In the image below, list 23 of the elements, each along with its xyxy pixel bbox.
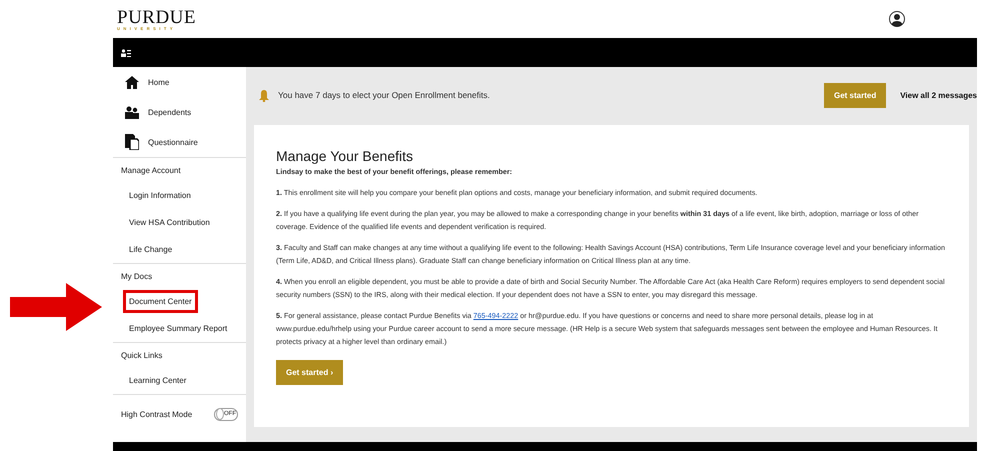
sidebar-item[interactable]: Home [148,78,170,86]
menu-icon[interactable] [121,48,131,56]
section-heading: My Docs [121,272,152,280]
sidebar-item[interactable]: View HSA Contribution [123,211,216,234]
home-icon [125,76,139,88]
logo-text: PURDUE [117,8,196,26]
sidebar-item[interactable]: Life Change [123,238,178,261]
document-icon [125,134,139,150]
notification-text: You have 7 days to elect your Open Enrollment benefits. [278,90,491,100]
bell-icon [258,88,270,102]
sidebar-item[interactable]: Employee Summary Report [123,317,234,340]
toggle-label: High Contrast Mode [121,410,192,418]
view-messages-link[interactable]: View all 2 messages [900,90,977,100]
user-avatar-icon[interactable] [889,11,905,27]
section-heading: Manage Account [121,166,181,174]
people-icon [125,106,139,118]
sidebar-item[interactable]: Questionnaire [148,138,198,146]
sidebar-item[interactable]: Dependents [148,108,192,116]
sidebar-item[interactable]: Login Information [123,184,197,207]
section-heading: Quick Links [121,350,162,360]
highlighted-sidebar-item[interactable]: Document Center [123,290,198,313]
card-title: Manage Your Benefits [276,147,414,165]
sidebar-item[interactable]: Learning Center [123,369,192,392]
